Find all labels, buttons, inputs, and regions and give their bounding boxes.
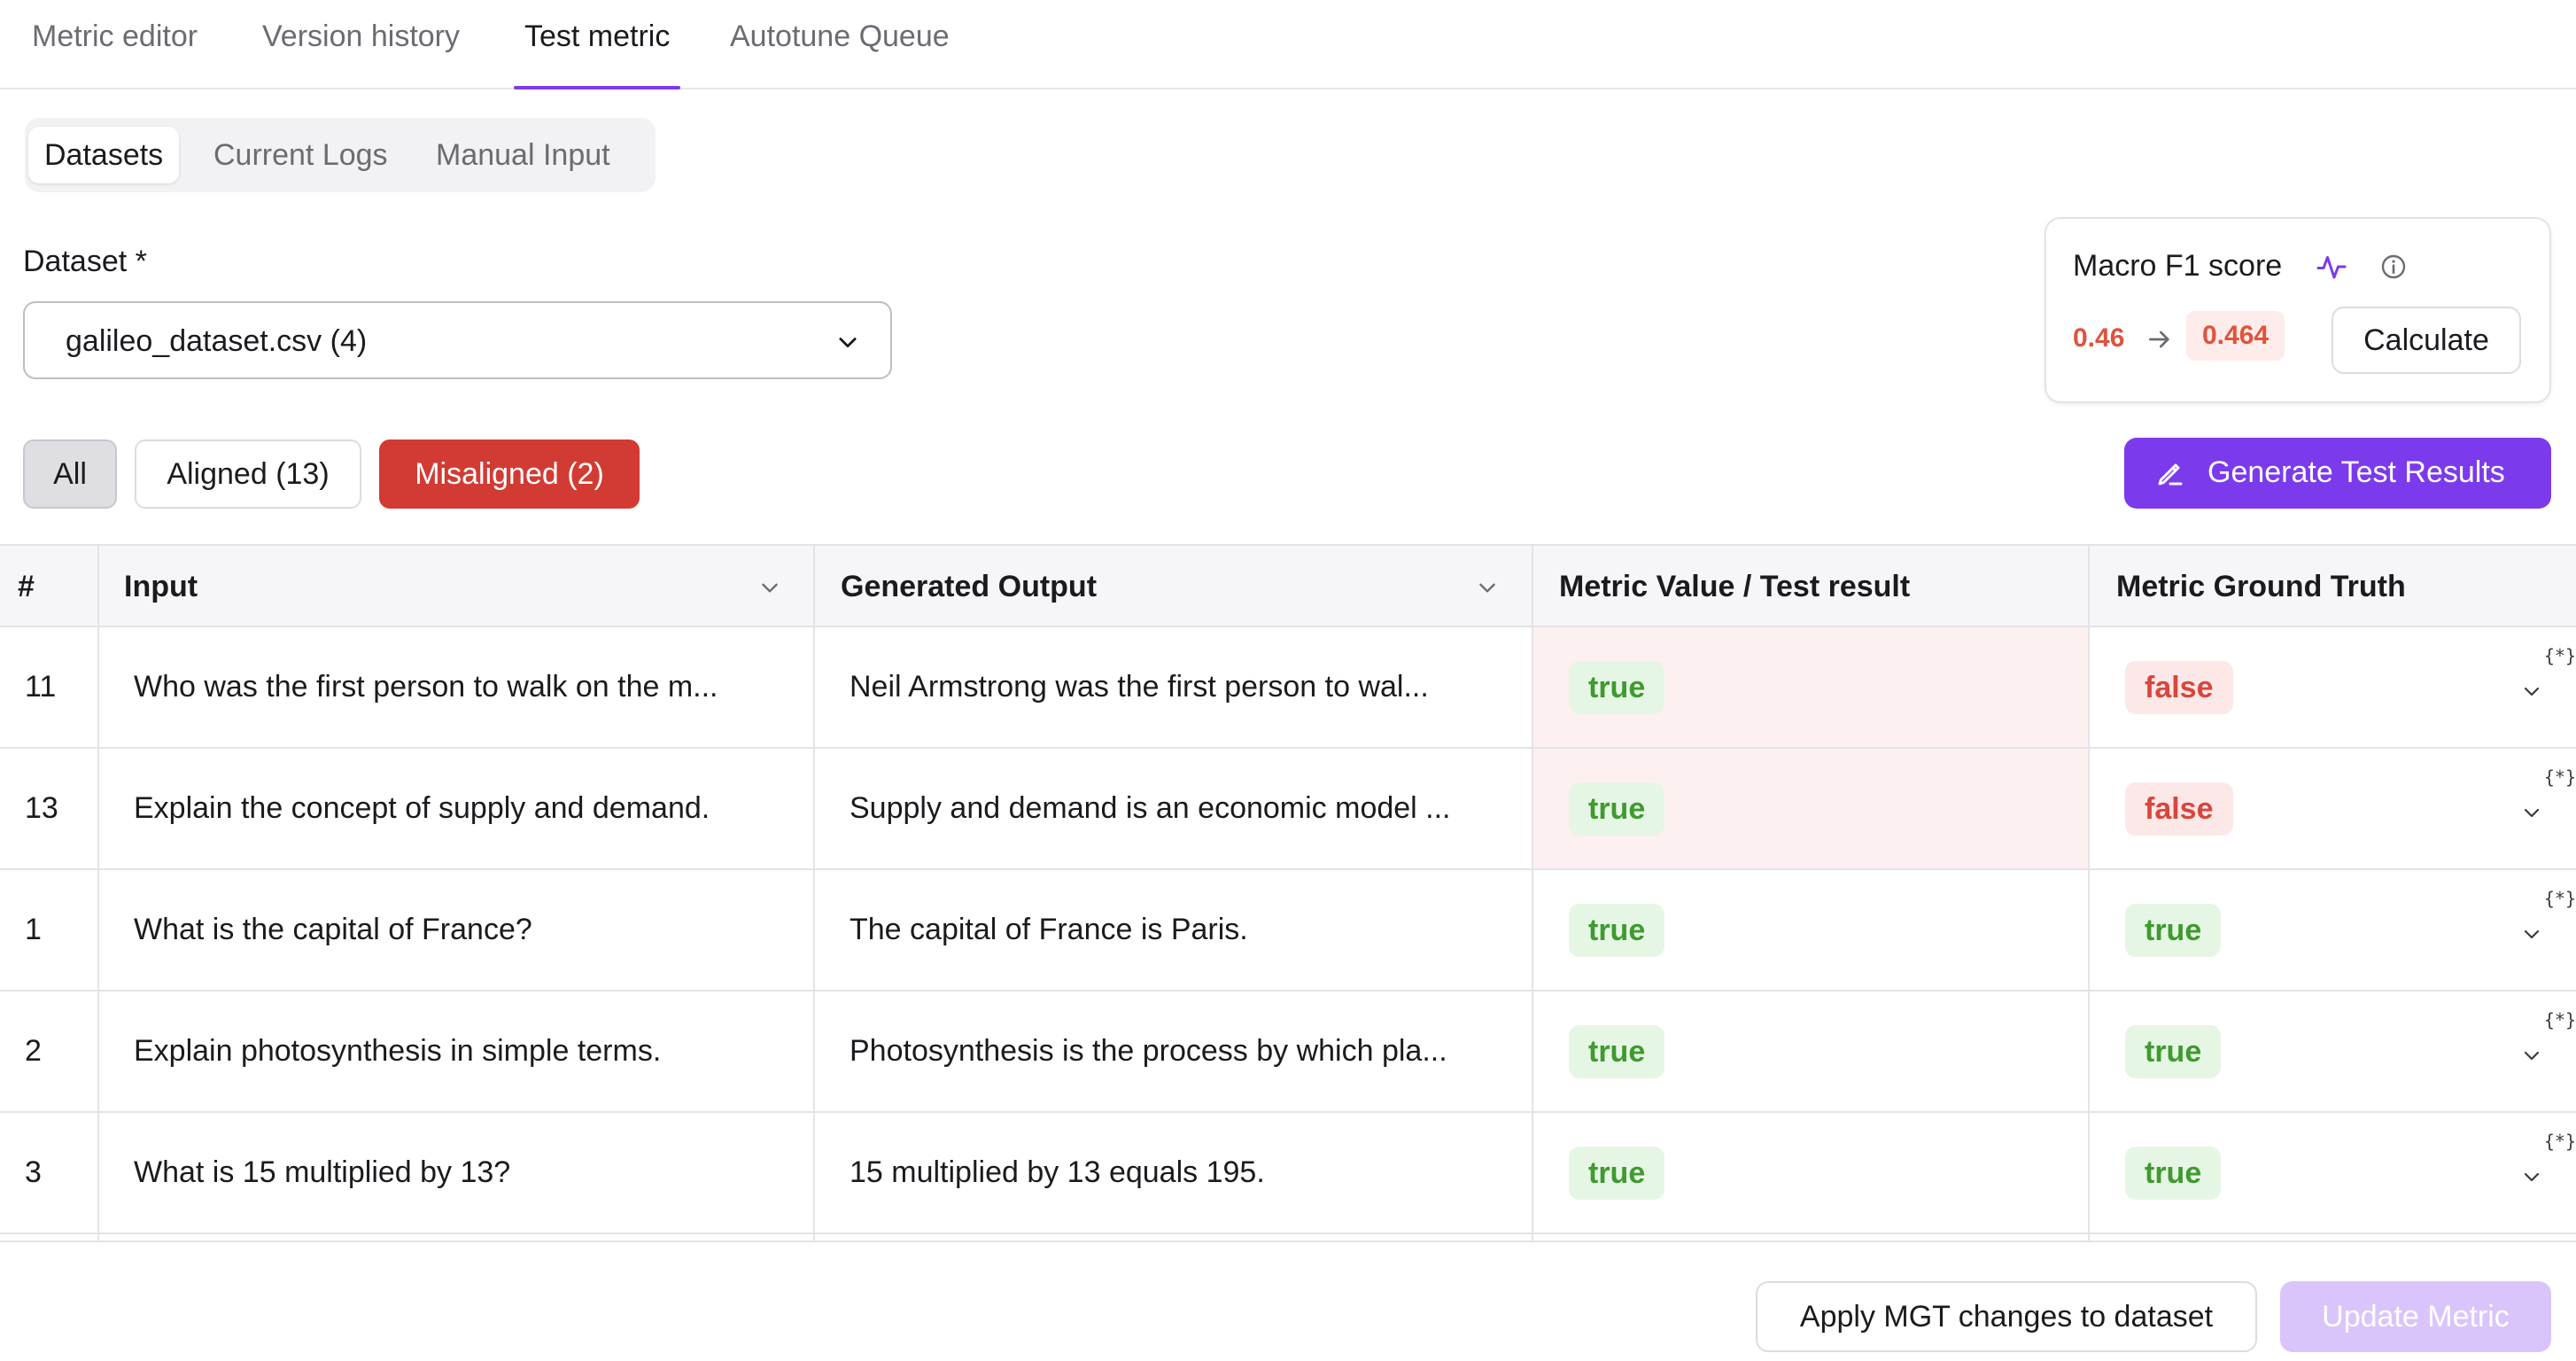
row-number: 13	[25, 791, 58, 825]
score-new-value: 0.464	[2186, 311, 2285, 361]
row-number: 2	[25, 1034, 42, 1068]
metric-value-cell: true	[1533, 870, 2088, 990]
tab-version-history[interactable]: Version history	[262, 19, 460, 89]
chevron-down-icon[interactable]	[758, 576, 781, 599]
metric-value-badge: true	[1569, 1025, 1665, 1078]
ground-truth-badge[interactable]: true	[2125, 1147, 2222, 1200]
row-input: Explain photosynthesis in simple terms.	[134, 1034, 662, 1068]
metric-value-cell: true	[1533, 992, 2088, 1111]
update-metric-button[interactable]: Update Metric	[2280, 1281, 2551, 1352]
apply-mgt-changes-button[interactable]: Apply MGT changes to dataset	[1756, 1281, 2257, 1352]
code-braces-icon[interactable]: {*}	[2544, 886, 2576, 911]
metric-value-cell: true	[1533, 749, 2088, 868]
row-output: 15 multiplied by 13 equals 195.	[850, 1155, 1265, 1189]
arrow-right-icon	[2149, 331, 2169, 348]
calculate-button[interactable]: Calculate	[2332, 307, 2521, 374]
subtab-manual-input[interactable]: Manual Input	[420, 127, 626, 183]
score-title: Macro F1 score	[2073, 249, 2283, 283]
column-divider	[1532, 544, 1533, 1244]
magic-pen-icon	[2158, 463, 2183, 486]
chevron-down-icon[interactable]	[2521, 923, 2542, 945]
header-metric: Metric Value / Test result	[1559, 570, 1911, 603]
chevron-down-icon[interactable]	[2521, 1166, 2542, 1187]
metric-value-badge: true	[1569, 661, 1665, 714]
chevron-down-icon[interactable]	[2521, 680, 2542, 702]
column-divider	[2088, 544, 2090, 1244]
ground-truth-cell[interactable]: true {*}	[2090, 870, 2576, 990]
tab-metric-editor[interactable]: Metric editor	[32, 19, 198, 89]
score-card: Macro F1 score 0.46 0.464 Calculate	[2045, 217, 2551, 403]
header-ground-truth: Metric Ground Truth	[2116, 570, 2406, 603]
row-number: 1	[25, 913, 42, 946]
table-row[interactable]: 13 Explain the concept of supply and dema…	[0, 749, 2576, 870]
code-braces-icon[interactable]: {*}	[2544, 643, 2576, 668]
row-input: Who was the first person to walk on the …	[134, 670, 718, 704]
tab-autotune-queue[interactable]: Autotune Queue	[730, 19, 950, 89]
header-output[interactable]: Generated Output	[841, 546, 1097, 627]
metric-value-badge: true	[1569, 1147, 1665, 1200]
row-output: The capital of France is Paris.	[850, 913, 1248, 946]
chevron-down-icon	[839, 338, 857, 348]
ground-truth-cell[interactable]: true {*}	[2090, 992, 2576, 1111]
code-braces-icon[interactable]: {*}	[2544, 1129, 2576, 1154]
row-number: 11	[25, 670, 57, 704]
ground-truth-badge[interactable]: true	[2125, 904, 2222, 957]
ground-truth-cell[interactable]: false {*}	[2090, 627, 2576, 747]
metric-value-badge: true	[1569, 782, 1665, 836]
row-input: What is the capital of France?	[134, 913, 532, 946]
info-icon[interactable]	[2379, 253, 2408, 281]
top-tab-bar: Metric editor Version history Test metri…	[0, 0, 2576, 89]
table-row[interactable]: 11 Who was the first person to walk on th…	[0, 627, 2576, 749]
code-braces-icon[interactable]: {*}	[2544, 1007, 2576, 1032]
header-num: #	[18, 570, 35, 603]
score-old-value: 0.46	[2073, 323, 2125, 353]
ground-truth-badge[interactable]: false	[2125, 782, 2233, 836]
row-input: Explain the concept of supply and demand…	[134, 791, 710, 825]
chevron-down-icon[interactable]	[2521, 1045, 2542, 1066]
row-output: Neil Armstrong was the first person to w…	[850, 670, 1429, 704]
table-header: # Input Generated Output Metric Value / …	[0, 544, 2576, 627]
generate-test-results-button[interactable]: Generate Test Results	[2124, 438, 2551, 509]
subtab-current-logs[interactable]: Current Logs	[198, 127, 404, 183]
metric-value-badge: true	[1569, 904, 1665, 957]
bottom-action-bar: Apply MGT changes to dataset Update Metr…	[0, 1240, 2576, 1361]
table-row[interactable]: 1 What is the capital of France? The capit…	[0, 870, 2576, 992]
ground-truth-cell[interactable]: false {*}	[2090, 749, 2576, 868]
generate-label: Generate Test Results	[2207, 455, 2505, 489]
subtab-datasets[interactable]: Datasets	[28, 127, 180, 183]
results-table: # Input Generated Output Metric Value / …	[0, 544, 2576, 1244]
chevron-down-icon[interactable]	[2521, 802, 2542, 823]
sub-tab-bar: Datasets Current Logs Manual Input	[25, 118, 656, 192]
ground-truth-cell[interactable]: true {*}	[2090, 1113, 2576, 1233]
tab-test-metric[interactable]: Test metric	[513, 19, 681, 89]
header-input[interactable]: Input	[124, 546, 198, 627]
dataset-select-value: galileo_dataset.csv (4)	[66, 324, 368, 358]
ground-truth-badge[interactable]: true	[2125, 1025, 2222, 1078]
pulse-icon	[2316, 256, 2347, 279]
table-row[interactable]: 3 What is 15 multiplied by 13? 15 multipli…	[0, 1113, 2576, 1234]
dataset-label: Dataset *	[23, 245, 147, 278]
table-row[interactable]: 2 Explain photosynthesis in simple terms.…	[0, 992, 2576, 1113]
ground-truth-badge[interactable]: false	[2125, 661, 2233, 714]
column-divider	[813, 544, 815, 1244]
filter-misaligned-button[interactable]: Misaligned (2)	[379, 439, 640, 509]
code-braces-icon[interactable]: {*}	[2544, 765, 2576, 789]
dataset-select[interactable]: galileo_dataset.csv (4)	[23, 301, 892, 379]
filter-all-button[interactable]: All	[23, 439, 117, 509]
row-number: 3	[25, 1155, 42, 1189]
row-output: Supply and demand is an economic model .…	[850, 791, 1451, 825]
filter-aligned-button[interactable]: Aligned (13)	[135, 439, 361, 509]
metric-value-cell: true	[1533, 1113, 2088, 1233]
metric-value-cell: true	[1533, 627, 2088, 747]
row-output: Photosynthesis is the process by which p…	[850, 1034, 1447, 1068]
row-input: What is 15 multiplied by 13?	[134, 1155, 511, 1189]
column-divider	[97, 544, 99, 1244]
chevron-down-icon[interactable]	[1476, 576, 1499, 599]
test-metric-page: Metric editor Version history Test metri…	[0, 0, 2576, 1361]
